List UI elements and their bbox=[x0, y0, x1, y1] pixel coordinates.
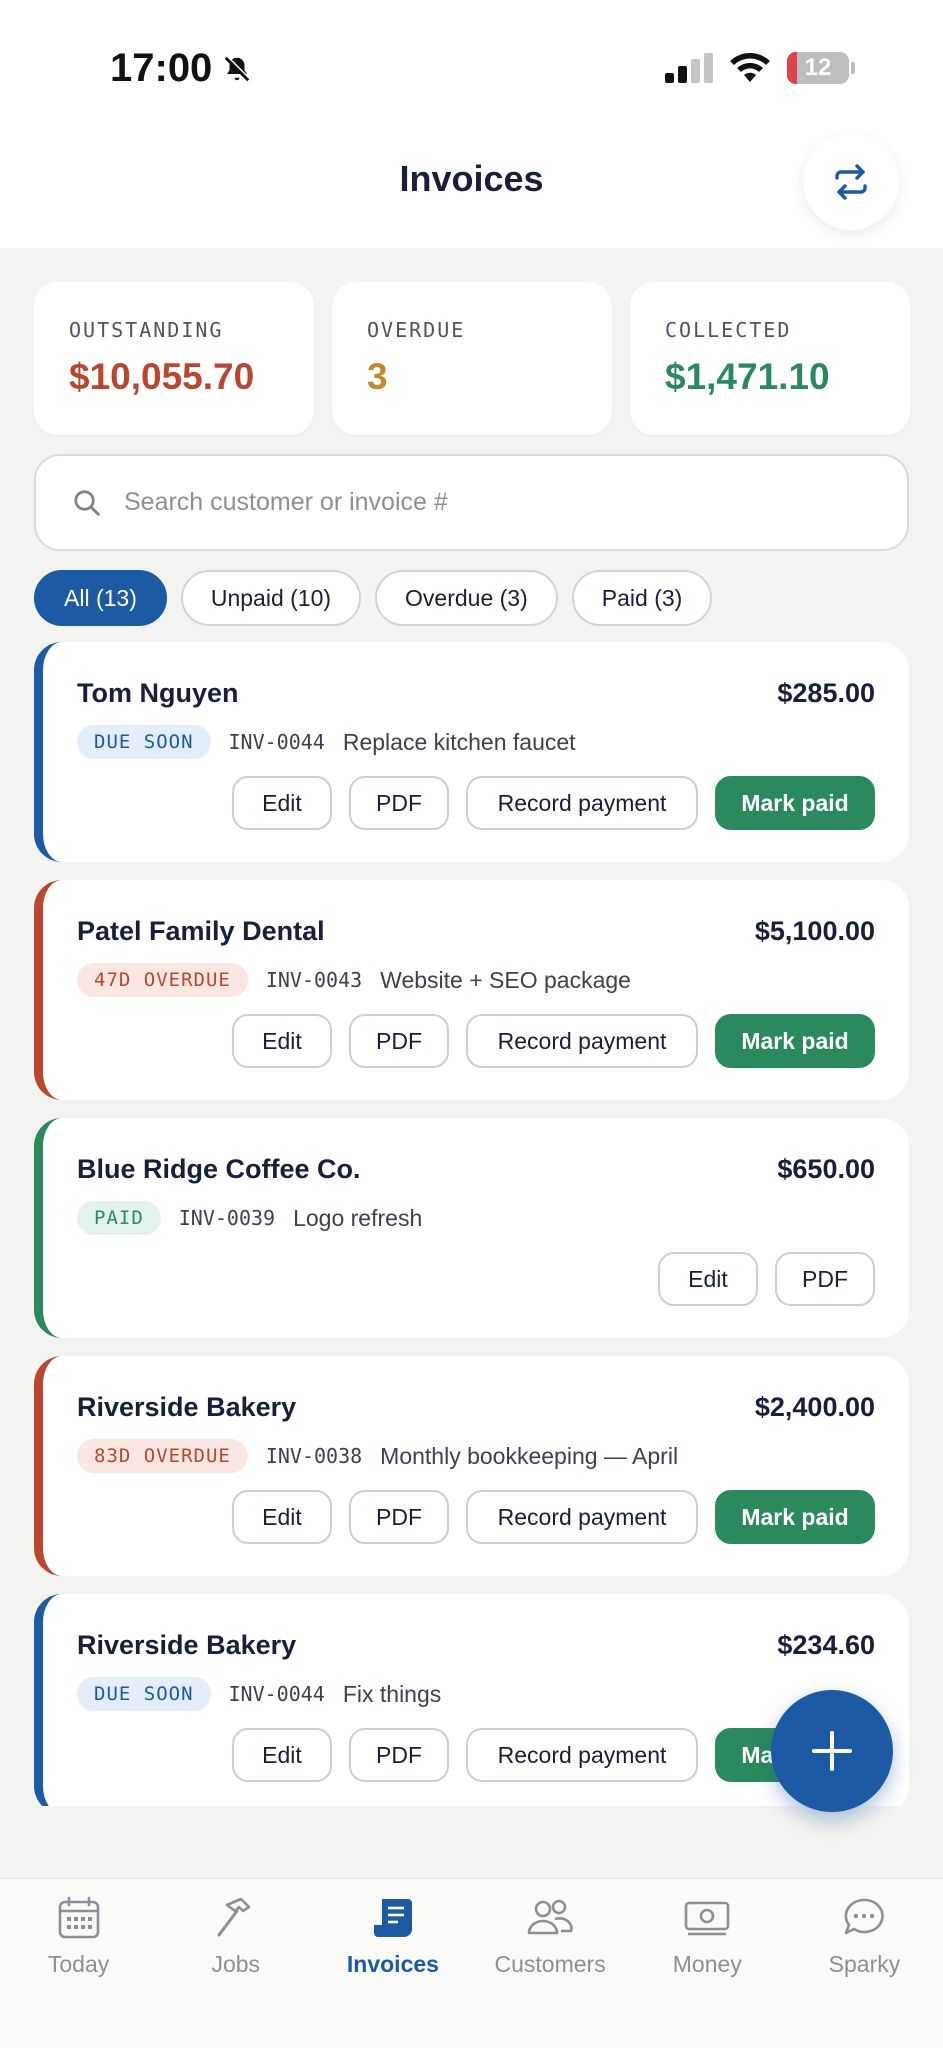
plus-icon bbox=[812, 1731, 852, 1771]
stat-outstanding[interactable]: OUTSTANDING $10,055.70 bbox=[34, 282, 314, 435]
filter-paid[interactable]: Paid (3) bbox=[571, 570, 713, 626]
invoice-customer: Blue Ridge Coffee Co. bbox=[77, 1154, 361, 1184]
stat-collected[interactable]: COLLECTED $1,471.10 bbox=[630, 282, 910, 435]
mark-paid-button[interactable]: Mark paid bbox=[715, 1014, 875, 1068]
invoice-customer: Riverside Bakery bbox=[77, 1392, 297, 1422]
add-invoice-button[interactable] bbox=[771, 1690, 893, 1812]
filter-all[interactable]: All (13) bbox=[34, 570, 167, 626]
edit-button[interactable]: Edit bbox=[232, 1490, 332, 1544]
status-badge: 83D OVERDUE bbox=[77, 1439, 248, 1473]
filter-chips: All (13) Unpaid (10) Overdue (3) Paid (3… bbox=[34, 570, 713, 626]
invoice-amount: $285.00 bbox=[777, 678, 875, 708]
record-payment-button[interactable]: Record payment bbox=[466, 1728, 698, 1782]
tab-label: Today bbox=[47, 1951, 110, 1977]
users-icon bbox=[527, 1899, 573, 1935]
invoice-amount: $5,100.00 bbox=[754, 916, 875, 946]
battery-icon: 12 bbox=[787, 52, 849, 84]
pdf-button[interactable]: PDF bbox=[349, 1490, 449, 1544]
invoice-description: Fix things bbox=[342, 1680, 442, 1707]
pdf-button[interactable]: PDF bbox=[349, 1014, 449, 1068]
invoice-icon bbox=[373, 1899, 412, 1937]
tab-label: Jobs bbox=[211, 1951, 261, 1977]
tab-label: Money bbox=[672, 1951, 742, 1977]
search-bar[interactable] bbox=[34, 454, 909, 551]
invoice-number: INV-0039 bbox=[178, 1206, 276, 1230]
bottom-tab-bar: Today Jobs Invoices Customers Money Spar… bbox=[0, 1878, 943, 2048]
cash-icon bbox=[684, 1901, 730, 1936]
status-time: 17:00 bbox=[110, 46, 252, 91]
edit-button[interactable]: Edit bbox=[232, 776, 332, 830]
mark-paid-button[interactable]: Mark paid bbox=[715, 776, 875, 830]
status-badge: PAID bbox=[77, 1201, 161, 1235]
filter-unpaid[interactable]: Unpaid (10) bbox=[180, 570, 362, 626]
sync-icon bbox=[835, 164, 867, 200]
summary-stats: OUTSTANDING $10,055.70 OVERDUE 3 COLLECT… bbox=[34, 282, 910, 435]
invoice-amount: $234.60 bbox=[777, 1630, 875, 1660]
edit-button[interactable]: Edit bbox=[658, 1252, 758, 1306]
invoice-description: Logo refresh bbox=[293, 1204, 423, 1231]
status-badge: DUE SOON bbox=[77, 725, 211, 759]
record-payment-button[interactable]: Record payment bbox=[466, 1490, 698, 1544]
edit-button[interactable]: Edit bbox=[232, 1728, 332, 1782]
tab-label: Customers bbox=[494, 1951, 606, 1977]
pdf-button[interactable]: PDF bbox=[775, 1252, 875, 1306]
chat-bubble-icon bbox=[845, 1898, 885, 1935]
invoice-number: INV-0038 bbox=[265, 1444, 363, 1468]
invoice-customer: Patel Family Dental bbox=[77, 916, 325, 946]
invoice-card[interactable]: Patel Family Dental $5,100.00 47D OVERDU… bbox=[34, 880, 909, 1100]
stat-value: $1,471.10 bbox=[665, 356, 830, 397]
status-indicators: 12 bbox=[665, 52, 855, 84]
stat-label: COLLECTED bbox=[665, 318, 792, 342]
status-badge: DUE SOON bbox=[77, 1677, 211, 1711]
invoice-card[interactable]: Tom Nguyen $285.00 DUE SOON INV-0044 Rep… bbox=[34, 642, 909, 862]
invoice-card[interactable]: Blue Ridge Coffee Co. $650.00 PAID INV-0… bbox=[34, 1118, 909, 1338]
status-time-text: 17:00 bbox=[110, 46, 213, 90]
status-badge: 47D OVERDUE bbox=[77, 963, 248, 997]
invoice-customer: Riverside Bakery bbox=[77, 1630, 297, 1660]
bell-muted-icon bbox=[225, 55, 251, 81]
invoice-card[interactable]: Riverside Bakery $2,400.00 83D OVERDUE I… bbox=[34, 1356, 909, 1576]
tab-label: Invoices bbox=[346, 1951, 439, 1977]
stat-label: OVERDUE bbox=[367, 318, 466, 342]
invoice-description: Monthly bookkeeping — April bbox=[380, 1442, 679, 1469]
wifi-icon bbox=[730, 53, 770, 82]
cellular-signal-icon bbox=[665, 53, 713, 83]
tab-today[interactable]: Today bbox=[0, 1879, 157, 2048]
invoice-customer: Tom Nguyen bbox=[77, 678, 239, 708]
top-bar: 17:00 12 Invoices bbox=[0, 0, 943, 248]
sync-button[interactable] bbox=[803, 134, 899, 230]
search-icon bbox=[74, 489, 100, 516]
tab-jobs[interactable]: Jobs bbox=[157, 1879, 314, 2048]
tab-sparky[interactable]: Sparky bbox=[786, 1879, 943, 2048]
battery-level: 12 bbox=[804, 54, 832, 81]
tab-money[interactable]: Money bbox=[629, 1879, 786, 2048]
hammer-icon bbox=[217, 1897, 251, 1937]
invoice-number: INV-0044 bbox=[228, 1682, 325, 1706]
tab-label: Sparky bbox=[828, 1951, 901, 1977]
filter-overdue[interactable]: Overdue (3) bbox=[375, 570, 558, 626]
record-payment-button[interactable]: Record payment bbox=[466, 776, 698, 830]
invoice-number: INV-0044 bbox=[228, 730, 325, 754]
stat-value: 3 bbox=[367, 356, 388, 397]
tab-invoices[interactable]: Invoices bbox=[314, 1879, 471, 2048]
record-payment-button[interactable]: Record payment bbox=[466, 1014, 698, 1068]
invoice-list[interactable]: Tom Nguyen $285.00 DUE SOON INV-0044 Rep… bbox=[34, 642, 909, 1806]
pdf-button[interactable]: PDF bbox=[349, 776, 449, 830]
tab-customers[interactable]: Customers bbox=[472, 1879, 629, 2048]
calendar-icon bbox=[58, 1896, 99, 1939]
edit-button[interactable]: Edit bbox=[232, 1014, 332, 1068]
pdf-button[interactable]: PDF bbox=[349, 1728, 449, 1782]
invoice-amount: $2,400.00 bbox=[754, 1392, 875, 1422]
page-title: Invoices bbox=[399, 158, 544, 199]
search-input[interactable] bbox=[124, 488, 864, 517]
stat-label: OUTSTANDING bbox=[69, 318, 224, 342]
invoice-amount: $650.00 bbox=[777, 1154, 875, 1184]
invoice-description: Replace kitchen faucet bbox=[342, 728, 576, 755]
stat-overdue[interactable]: OVERDUE 3 bbox=[332, 282, 612, 435]
mark-paid-button[interactable]: Mark paid bbox=[715, 1490, 875, 1544]
invoice-description: Website + SEO package bbox=[380, 966, 631, 993]
invoice-number: INV-0043 bbox=[265, 968, 363, 992]
stat-value: $10,055.70 bbox=[69, 356, 255, 397]
